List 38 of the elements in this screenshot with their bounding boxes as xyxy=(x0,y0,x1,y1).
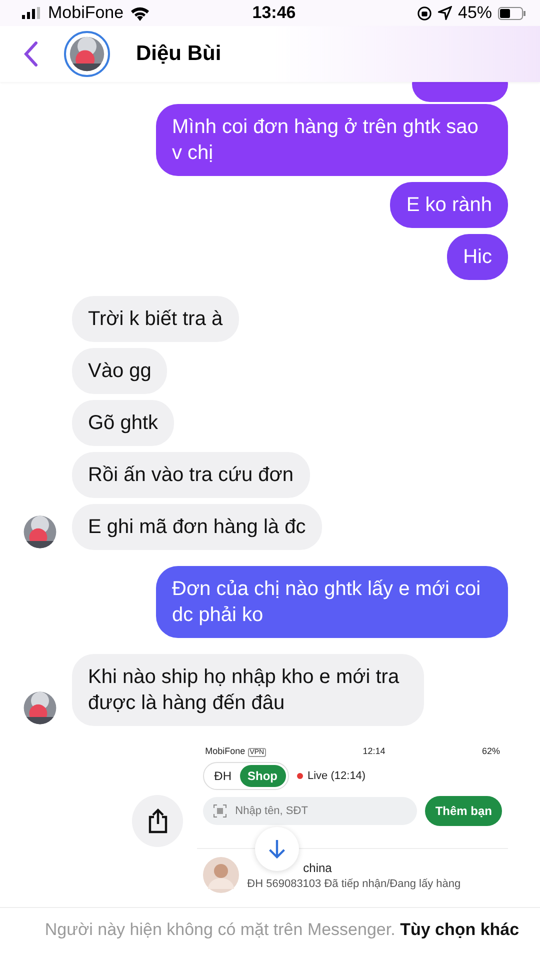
message-bubble: Hic xyxy=(447,234,508,280)
add-friend-button[interactable]: Thêm bạn xyxy=(425,796,502,826)
clock-time: 13:46 xyxy=(252,3,296,23)
tab[interactable]: ĐH xyxy=(206,765,240,787)
message-bubble: Rồi ấn vào tra cứu đơn xyxy=(72,452,310,498)
share-icon xyxy=(146,808,169,834)
rotation-lock-icon xyxy=(416,6,432,20)
clock-time: 12:14 xyxy=(362,746,386,756)
live-dot xyxy=(296,773,302,779)
battery-percent: 45% xyxy=(458,3,492,23)
offline-notice: Người này hiện không có mặt trên Messenger. xyxy=(44,920,396,939)
scroll-down-button[interactable] xyxy=(255,827,300,871)
contact-name: Diệu Bùi xyxy=(136,42,222,66)
message-bubble: E ko rành xyxy=(390,182,508,228)
battery-percent: 62% xyxy=(482,746,500,756)
contact-name: china xyxy=(302,860,333,874)
tab[interactable]: Shop xyxy=(240,765,286,787)
message-bubble: Trời k biết tra à xyxy=(72,296,239,342)
more-options-link[interactable]: Tùy chọn khác xyxy=(400,920,520,939)
contact-avatar[interactable] xyxy=(64,31,110,77)
search-field[interactable]: Nhập tên, SĐT xyxy=(203,797,418,825)
avatar-icon xyxy=(203,857,240,893)
message-bubble: Mình coi đơn hàng ở trên ghtk sao v chị xyxy=(156,104,508,176)
live-label: Live (12:14) xyxy=(308,770,366,782)
carrier-name: MobiFone xyxy=(48,3,124,23)
down-arrow-icon xyxy=(268,838,286,860)
message-bubble: E ghi mã đơn hàng là đc xyxy=(72,504,322,550)
battery-icon xyxy=(498,6,526,20)
message-bubble: Gõ ghtk xyxy=(72,400,174,446)
back-icon[interactable] xyxy=(24,41,38,67)
message-bubble: Khi nào ship họ nhập kho e mới tra được là hàng đến đâu xyxy=(72,654,424,726)
message-bubble: Đơn của chị nào ghtk lấy e mới coi dc phải ko xyxy=(156,566,508,638)
message-bubble: Vào gg xyxy=(72,348,168,394)
wifi-icon xyxy=(130,6,150,20)
location-icon xyxy=(438,6,452,20)
avatar-icon xyxy=(68,35,106,73)
order-status: ĐH 569083103 Đã tiếp nhận/Đang lấy hàng xyxy=(247,878,461,890)
signal-icon xyxy=(22,7,42,19)
